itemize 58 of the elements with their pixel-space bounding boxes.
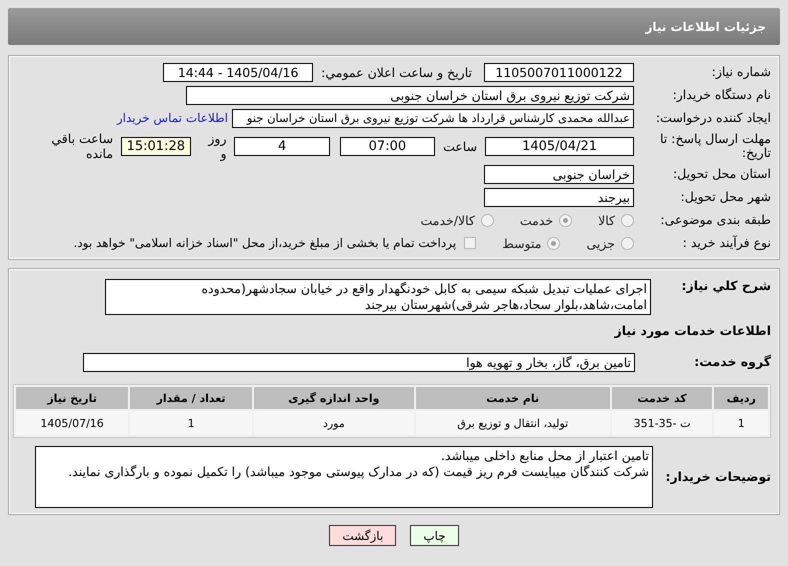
radio-button[interactable] (547, 236, 560, 250)
table-cell: مورد (254, 411, 414, 435)
radio-label: کالا (598, 212, 615, 228)
field-label: توضیحات خریدار: (664, 470, 771, 484)
radio-button[interactable] (559, 214, 572, 226)
field-label: طبقه بندی موضوعی: (659, 212, 771, 228)
table-cell: 1 (130, 411, 252, 435)
province-field: خراسان جنوبی (484, 164, 634, 184)
field-label: شرح کلي نياز: (680, 279, 771, 294)
checkbox[interactable] (464, 237, 476, 249)
note-line: شرکت کنندگان میبایست فرم ریز قیمت (که در مدارک پیوستی موجود میباشد) را تکمیل نموده و بارگذاری نمایند. (67, 464, 649, 480)
field-label: مهلت ارسال پاسخ: تا تاریخ: (659, 132, 771, 160)
deadline-date-field: 1405/04/21 (485, 136, 634, 156)
table-cell: ت -35-351 (612, 411, 712, 435)
remaining-time-field: 15:01:28 (121, 136, 191, 156)
field-label: استان محل تحویل: (672, 166, 771, 182)
radio-label: خدمت (520, 212, 554, 228)
requester-field: عبدالله محمدی کارشناس قرارداد ها شرکت توزیع نیروی برق استان خراسان جنو (232, 108, 634, 128)
note-line: تامین اعتبار از محل منابع داخلی میباشد. (440, 448, 649, 464)
payment-note: پرداخت تمام یا بخشی از مبلغ خرید،از محل "اسناد خزانه اسلامی" خواهد بود. (74, 236, 456, 250)
radio-button[interactable] (621, 236, 634, 250)
column-header: نام خدمت (416, 387, 610, 409)
radio-button[interactable] (621, 214, 634, 226)
column-header: ردیف (714, 387, 768, 409)
table-cell: تولید، انتقال و توزیع برق (416, 411, 610, 435)
buyer-contact-link[interactable]: اطلاعات تماس خریدار (116, 111, 228, 125)
table-cell: 1405/07/16 (16, 411, 128, 435)
description-box: اجرای عملیات تبدیل شبکه سیمی به کابل خودنگهدار واقع در خیابان سجادشهر(محدوده امامت،شاهد،بلوار سجاد،هاجر شرقی)شهرستان بیرجند (105, 279, 651, 315)
column-header: واحد اندازه گیری (254, 387, 414, 409)
time-label: ساعت (443, 138, 478, 154)
field-label: ایجاد کننده درخواست: (654, 110, 771, 126)
radio-button[interactable] (480, 214, 494, 226)
action-button[interactable]: بازگشت (329, 525, 396, 546)
deadline-time-field: 07:00 (340, 136, 436, 156)
need-number-field: 1105007011000122 (484, 62, 634, 82)
radio-label: متوسط (502, 236, 542, 250)
field-label: گروه خدمت: (693, 354, 771, 370)
remaining-label: ساعت باقي مانده (50, 131, 114, 161)
column-header: کد خدمت (612, 387, 712, 409)
field-label: شهر محل تحویل: (680, 190, 771, 204)
action-button[interactable]: چاپ (410, 525, 459, 546)
buyer-org-field: شرکت توزیع نیروی برق استان خراسان جنوبی (186, 86, 634, 104)
section-heading: اطلاعات خدمات مورد نیاز (614, 322, 771, 340)
column-header: تاریخ نیاز (16, 387, 128, 409)
column-header: تعداد / مقدار (130, 387, 252, 409)
days-label: روز و (206, 131, 226, 161)
field-label: نام دستگاه خریدار: (672, 88, 771, 102)
table-cell: 1 (714, 411, 768, 435)
page-title: جزئیات اطلاعات نیاز (645, 20, 766, 34)
city-field: بیرجند (484, 188, 634, 206)
radio-label: کالا/خدمت (420, 212, 475, 228)
radio-label: جزیی (586, 236, 615, 250)
field-label: تاریخ و ساعت اعلان عمومي: (321, 64, 472, 80)
field-label: شماره نیاز: (710, 64, 771, 80)
field-label: نوع فرآیند خرید : (682, 236, 771, 250)
announce-date-field: 1405/04/16 - 14:44 (163, 62, 314, 82)
days-field: 4 (234, 136, 330, 156)
service-group-field: تامین برق، گاز، بخار و تهویه هوا (83, 352, 635, 372)
